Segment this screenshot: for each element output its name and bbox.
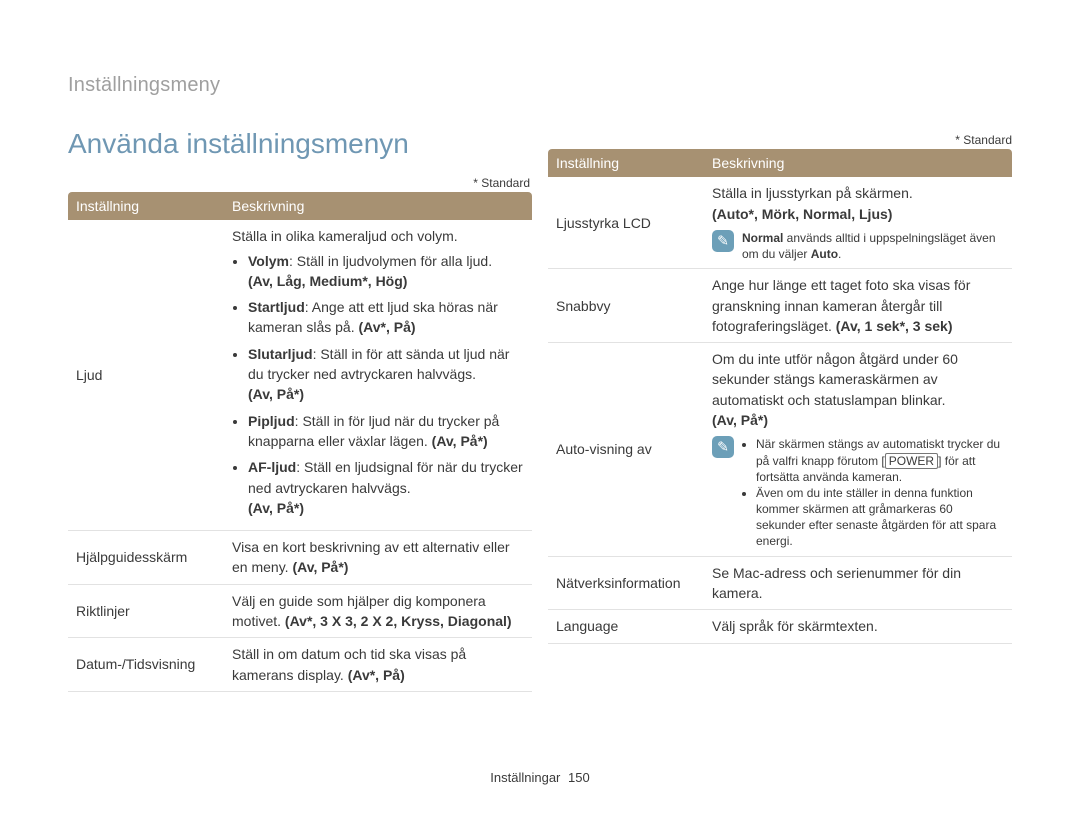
table-row: Datum-/Tidsvisning Ställ in om datum och… xyxy=(68,638,532,692)
desc-text: Om du inte utför någon åtgärd under 60 s… xyxy=(712,351,958,408)
col-header-setting: Inställning xyxy=(68,192,224,220)
standard-note-right: * Standard xyxy=(955,133,1012,147)
note-box: Normal används alltid i uppspelningsläge… xyxy=(712,230,1004,262)
item-label: Volym xyxy=(248,253,289,269)
item-options: (Av, Låg, Medium*, Hög) xyxy=(248,273,407,289)
setting-desc: Ange hur länge ett taget foto ska visas … xyxy=(704,269,1012,343)
col-header-description: Beskrivning xyxy=(704,149,1012,177)
desc-options: (Av, 1 sek*, 3 sek) xyxy=(836,318,953,334)
settings-table-left: Inställning Beskrivning Ljud Ställa in o… xyxy=(68,192,532,692)
setting-desc: Välj en guide som hjälper dig komponera … xyxy=(224,584,532,638)
desc-options: (Av, På*) xyxy=(712,412,768,428)
item-options: (Av, På*) xyxy=(248,386,304,402)
note-list-item: När skärmen stängs av automatiskt trycke… xyxy=(756,436,1004,485)
setting-name: Snabbvy xyxy=(548,269,704,343)
list-item: Startljud: Ange att ett ljud ska höras n… xyxy=(248,297,524,338)
table-row: Ljusstyrka LCD Ställa in ljusstyrkan på … xyxy=(548,177,1012,268)
table-row: Language Välj språk för skärmtexten. xyxy=(548,610,1012,643)
setting-name: Ljud xyxy=(68,220,224,530)
note-end: . xyxy=(838,247,841,261)
desc-text: Ställa in ljusstyrkan på skärmen. xyxy=(712,185,913,201)
setting-name: Ljusstyrka LCD xyxy=(548,177,704,268)
setting-desc: Ställa in olika kameraljud och volym. Vo… xyxy=(224,220,532,530)
setting-name: Auto-visning av xyxy=(548,343,704,557)
item-label: AF-ljud xyxy=(248,459,296,475)
item-label: Pipljud xyxy=(248,413,295,429)
setting-desc: Visa en kort beskrivning av ett alternat… xyxy=(224,531,532,585)
setting-desc: Ställ in om datum och tid ska visas på k… xyxy=(224,638,532,692)
setting-desc: Om du inte utför någon åtgärd under 60 s… xyxy=(704,343,1012,557)
item-options: (Av*, På) xyxy=(359,319,416,335)
item-label: Slutarljud xyxy=(248,346,313,362)
table-row: Ljud Ställa in olika kameraljud och voly… xyxy=(68,220,532,530)
setting-name: Nätverksinformation xyxy=(548,556,704,610)
item-label: Startljud xyxy=(248,299,305,315)
desc-options: (Av, På*) xyxy=(292,559,348,575)
power-key-label: POWER xyxy=(885,453,938,469)
list-item: Pipljud: Ställ in för ljud när du trycke… xyxy=(248,411,524,452)
page-footer: Inställningar 150 xyxy=(0,770,1080,785)
section-title: Inställningsmeny xyxy=(68,74,220,97)
item-text: : Ställ in ljudvolymen för alla ljud. xyxy=(289,253,492,269)
setting-desc: Ställa in ljusstyrkan på skärmen. (Auto*… xyxy=(704,177,1012,268)
item-options: (Av, På*) xyxy=(432,433,488,449)
desc-options: (Av*, På) xyxy=(348,667,405,683)
note-icon xyxy=(712,436,734,458)
note-text: När skärmen stängs av automatiskt trycke… xyxy=(742,436,1004,549)
setting-desc: Välj språk för skärmtexten. xyxy=(704,610,1012,643)
setting-name: Riktlinjer xyxy=(68,584,224,638)
desc-options: (Auto*, Mörk, Normal, Ljus) xyxy=(712,206,892,222)
note-item-text: Även om du inte ställer in denna funktio… xyxy=(756,486,996,549)
note-bold: Auto xyxy=(811,247,838,261)
setting-desc: Se Mac-adress och serienummer för din ka… xyxy=(704,556,1012,610)
list-item: Volym: Ställ in ljudvolymen för alla lju… xyxy=(248,251,524,292)
setting-name: Datum-/Tidsvisning xyxy=(68,638,224,692)
note-icon xyxy=(712,230,734,252)
footer-label: Inställningar xyxy=(490,770,560,785)
desc-options: (Av*, 3 X 3, 2 X 2, Kryss, Diagonal) xyxy=(285,613,512,629)
setting-name: Language xyxy=(548,610,704,643)
page-number: 150 xyxy=(568,770,590,785)
note-list-item: Även om du inte ställer in denna funktio… xyxy=(756,485,1004,550)
note-box: När skärmen stängs av automatiskt trycke… xyxy=(712,436,1004,549)
note-text: Normal används alltid i uppspelningsläge… xyxy=(742,230,1004,262)
intro-text: Ställa in olika kameraljud och volym. xyxy=(232,228,458,244)
table-row: Auto-visning av Om du inte utför någon å… xyxy=(548,343,1012,557)
col-header-setting: Inställning xyxy=(548,149,704,177)
table-row: Snabbvy Ange hur länge ett taget foto sk… xyxy=(548,269,1012,343)
col-header-description: Beskrivning xyxy=(224,192,532,220)
table-row: Hjälpguidesskärm Visa en kort beskrivnin… xyxy=(68,531,532,585)
settings-table-right: Inställning Beskrivning Ljusstyrka LCD S… xyxy=(548,149,1012,644)
note-bold: Normal xyxy=(742,231,783,245)
item-options: (Av, På*) xyxy=(248,500,304,516)
list-item: AF-ljud: Ställ en ljudsignal för när du … xyxy=(248,457,524,518)
table-row: Nätverksinformation Se Mac-adress och se… xyxy=(548,556,1012,610)
table-row: Riktlinjer Välj en guide som hjälper dig… xyxy=(68,584,532,638)
list-item: Slutarljud: Ställ in för att sända ut lj… xyxy=(248,344,524,405)
setting-name: Hjälpguidesskärm xyxy=(68,531,224,585)
desc-text: Visa en kort beskrivning av ett alternat… xyxy=(232,539,510,575)
